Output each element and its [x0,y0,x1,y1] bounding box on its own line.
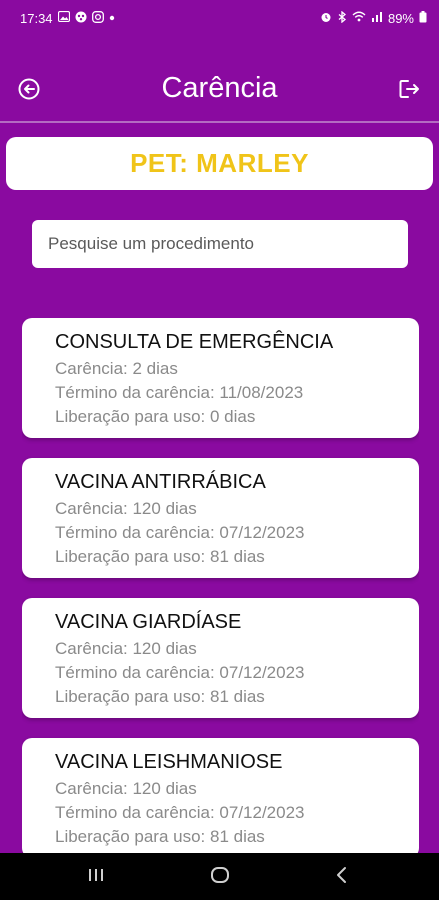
status-bar: 17:34 89% [0,0,439,36]
procedure-termino: Término da carência: 11/08/2023 [55,383,304,402]
procedure-carencia: Carência: 2 dias [55,359,178,378]
status-time: 17:34 [20,10,53,26]
dot-icon [109,13,115,24]
procedure-liberacao: Liberação para uso: 81 dias [55,547,265,566]
procedure-card[interactable]: VACINA GIARDÍASE Carência: 120 dias Térm… [22,598,419,718]
procedure-liberacao: Liberação para uso: 81 dias [55,827,265,846]
pet-label: PET: MARLEY [130,148,309,178]
home-button[interactable] [200,865,240,889]
alarm-icon [320,11,332,26]
procedure-card[interactable]: VACINA ANTIRRÁBICA Carência: 120 dias Té… [22,458,419,578]
logout-icon [398,78,422,105]
procedure-card[interactable]: VACINA LEISHMANIOSE Carência: 120 dias T… [22,738,419,853]
recents-icon [87,867,105,888]
bluetooth-icon [337,10,347,26]
procedure-termino: Término da carência: 07/12/2023 [55,663,305,682]
status-left: 17:34 [20,11,115,26]
procedure-termino: Término da carência: 07/12/2023 [55,803,305,822]
procedure-name: VACINA ANTIRRÁBICA [55,471,266,493]
back-icon [335,866,349,889]
page-title: Carência [161,72,278,104]
procedure-termino: Término da carência: 07/12/2023 [55,523,305,542]
image-icon [57,10,70,25]
procedure-name: VACINA LEISHMANIOSE [55,751,283,773]
wifi-icon [352,11,366,25]
procedure-name: CONSULTA DE EMERGÊNCIA [55,331,334,353]
signal-icon [371,11,383,25]
status-right: 89% [320,10,427,26]
system-nav-bar [0,853,439,900]
pet-card: PET: MARLEY [6,137,433,190]
instagram-icon [91,10,104,26]
logout-button[interactable] [395,76,425,106]
procedure-liberacao: Liberação para uso: 0 dias [55,407,256,426]
procedure-list[interactable]: CONSULTA DE EMERGÊNCIA Carência: 2 dias … [22,318,419,853]
search-input[interactable] [32,220,408,268]
battery-percent: 89% [387,10,414,26]
procedure-card[interactable]: CONSULTA DE EMERGÊNCIA Carência: 2 dias … [22,318,419,438]
home-icon [210,866,230,889]
procedure-name: VACINA GIARDÍASE [55,611,242,633]
procedure-carencia: Carência: 120 dias [55,779,197,798]
procedure-carencia: Carência: 120 dias [55,639,197,658]
app-header: Carência [0,62,439,120]
recents-button[interactable] [76,865,116,889]
procedure-liberacao: Liberação para uso: 81 dias [55,687,265,706]
header-divider [0,121,439,123]
battery-icon [419,10,427,26]
game-icon [75,11,87,26]
nav-back-button[interactable] [322,865,362,889]
procedure-carencia: Carência: 120 dias [55,499,197,518]
